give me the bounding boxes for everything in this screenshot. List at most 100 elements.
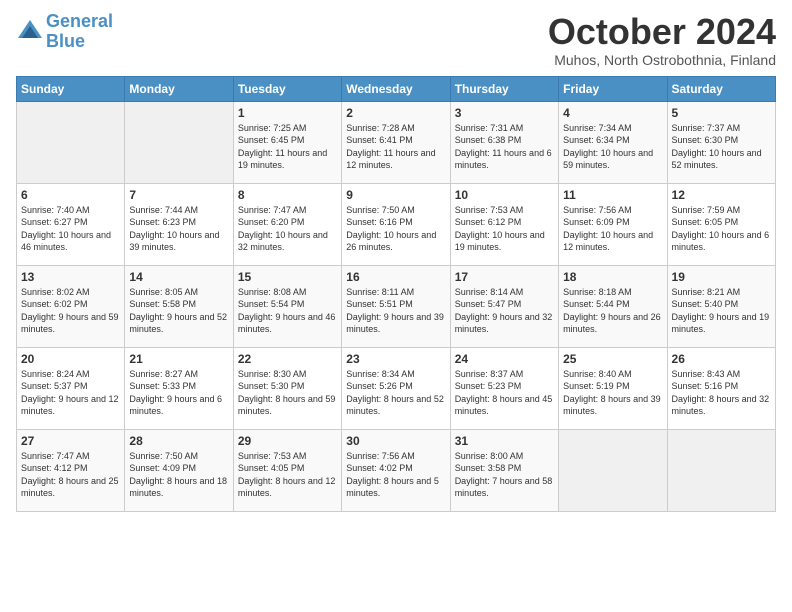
day-number: 24	[455, 352, 554, 366]
col-friday: Friday	[559, 76, 667, 101]
day-info: Sunrise: 8:37 AM Sunset: 5:23 PM Dayligh…	[455, 368, 554, 418]
calendar-day	[667, 429, 775, 511]
calendar-day: 22 Sunrise: 8:30 AM Sunset: 5:30 PM Dayli…	[233, 347, 341, 429]
day-number: 30	[346, 434, 445, 448]
calendar-day: 25Sunrise: 8:40 AM Sunset: 5:19 PM Dayli…	[559, 347, 667, 429]
calendar-day	[125, 101, 233, 183]
calendar-day: 28Sunrise: 7:50 AM Sunset: 4:09 PM Dayli…	[125, 429, 233, 511]
logo-line2: Blue	[46, 31, 85, 51]
calendar-day: 21 Sunrise: 8:27 AM Sunset: 5:33 PM Dayli…	[125, 347, 233, 429]
calendar-week-2: 6Sunrise: 7:40 AM Sunset: 6:27 PM Daylig…	[17, 183, 776, 265]
day-info: Sunrise: 7:34 AM Sunset: 6:34 PM Dayligh…	[563, 122, 662, 172]
day-number: 16	[346, 270, 445, 284]
col-saturday: Saturday	[667, 76, 775, 101]
day-info: Sunrise: 7:50 AM Sunset: 6:16 PM Dayligh…	[346, 204, 445, 254]
day-info: Sunrise: 8:14 AM Sunset: 5:47 PM Dayligh…	[455, 286, 554, 336]
day-number: 26	[672, 352, 771, 366]
day-number: 13	[21, 270, 120, 284]
day-info: Sunrise: 8:08 AM Sunset: 5:54 PM Dayligh…	[238, 286, 337, 336]
calendar-day: 16Sunrise: 8:11 AM Sunset: 5:51 PM Dayli…	[342, 265, 450, 347]
day-number: 28	[129, 434, 228, 448]
day-number: 22	[238, 352, 337, 366]
calendar-table: Sunday Monday Tuesday Wednesday Thursday…	[16, 76, 776, 512]
calendar-day: 10 Sunrise: 7:53 AM Sunset: 6:12 PM Dayli…	[450, 183, 558, 265]
logo-icon	[16, 18, 44, 46]
day-info: Sunrise: 8:34 AM Sunset: 5:26 PM Dayligh…	[346, 368, 445, 418]
calendar-day: 31 Sunrise: 8:00 AM Sunset: 3:58 PM Dayli…	[450, 429, 558, 511]
day-info: Sunrise: 7:59 AM Sunset: 6:05 PM Dayligh…	[672, 204, 771, 254]
day-number: 2	[346, 106, 445, 120]
month-title: October 2024	[548, 12, 776, 52]
calendar-week-1: 1 Sunrise: 7:25 AM Sunset: 6:45 PM Daylig…	[17, 101, 776, 183]
day-info: Sunrise: 8:21 AM Sunset: 5:40 PM Dayligh…	[672, 286, 771, 336]
calendar-day: 30Sunrise: 7:56 AM Sunset: 4:02 PM Dayli…	[342, 429, 450, 511]
day-info: Sunrise: 8:27 AM Sunset: 5:33 PM Dayligh…	[129, 368, 228, 418]
day-number: 27	[21, 434, 120, 448]
day-number: 19	[672, 270, 771, 284]
logo: General Blue	[16, 12, 113, 52]
calendar-day: 8Sunrise: 7:47 AM Sunset: 6:20 PM Daylig…	[233, 183, 341, 265]
day-info: Sunrise: 8:00 AM Sunset: 3:58 PM Dayligh…	[455, 450, 554, 500]
day-info: Sunrise: 8:02 AM Sunset: 6:02 PM Dayligh…	[21, 286, 120, 336]
day-info: Sunrise: 7:47 AM Sunset: 4:12 PM Dayligh…	[21, 450, 120, 500]
title-block: October 2024 Muhos, North Ostrobothnia, …	[548, 12, 776, 68]
calendar-week-4: 20 Sunrise: 8:24 AM Sunset: 5:37 PM Dayli…	[17, 347, 776, 429]
calendar-day: 20 Sunrise: 8:24 AM Sunset: 5:37 PM Dayli…	[17, 347, 125, 429]
day-number: 10	[455, 188, 554, 202]
calendar-day	[559, 429, 667, 511]
calendar-day: 23 Sunrise: 8:34 AM Sunset: 5:26 PM Dayli…	[342, 347, 450, 429]
day-info: Sunrise: 7:53 AM Sunset: 4:05 PM Dayligh…	[238, 450, 337, 500]
calendar-day: 11Sunrise: 7:56 AM Sunset: 6:09 PM Dayli…	[559, 183, 667, 265]
logo-line1: General	[46, 11, 113, 31]
day-number: 15	[238, 270, 337, 284]
day-number: 18	[563, 270, 662, 284]
calendar-day: 13 Sunrise: 8:02 AM Sunset: 6:02 PM Dayli…	[17, 265, 125, 347]
day-info: Sunrise: 8:43 AM Sunset: 5:16 PM Dayligh…	[672, 368, 771, 418]
calendar-day: 24 Sunrise: 8:37 AM Sunset: 5:23 PM Dayli…	[450, 347, 558, 429]
day-number: 20	[21, 352, 120, 366]
day-info: Sunrise: 7:37 AM Sunset: 6:30 PM Dayligh…	[672, 122, 771, 172]
calendar-day: 3 Sunrise: 7:31 AM Sunset: 6:38 PM Daylig…	[450, 101, 558, 183]
location: Muhos, North Ostrobothnia, Finland	[548, 52, 776, 68]
calendar-day: 1 Sunrise: 7:25 AM Sunset: 6:45 PM Daylig…	[233, 101, 341, 183]
calendar-day: 29Sunrise: 7:53 AM Sunset: 4:05 PM Dayli…	[233, 429, 341, 511]
col-monday: Monday	[125, 76, 233, 101]
calendar-day: 6Sunrise: 7:40 AM Sunset: 6:27 PM Daylig…	[17, 183, 125, 265]
day-info: Sunrise: 7:40 AM Sunset: 6:27 PM Dayligh…	[21, 204, 120, 254]
day-number: 12	[672, 188, 771, 202]
calendar-day: 26 Sunrise: 8:43 AM Sunset: 5:16 PM Dayli…	[667, 347, 775, 429]
day-number: 23	[346, 352, 445, 366]
header: General Blue October 2024 Muhos, North O…	[16, 12, 776, 68]
col-sunday: Sunday	[17, 76, 125, 101]
day-number: 7	[129, 188, 228, 202]
day-number: 9	[346, 188, 445, 202]
day-info: Sunrise: 7:25 AM Sunset: 6:45 PM Dayligh…	[238, 122, 337, 172]
day-number: 31	[455, 434, 554, 448]
day-info: Sunrise: 7:44 AM Sunset: 6:23 PM Dayligh…	[129, 204, 228, 254]
calendar-day: 15 Sunrise: 8:08 AM Sunset: 5:54 PM Dayli…	[233, 265, 341, 347]
day-info: Sunrise: 7:53 AM Sunset: 6:12 PM Dayligh…	[455, 204, 554, 254]
col-wednesday: Wednesday	[342, 76, 450, 101]
day-number: 8	[238, 188, 337, 202]
calendar-day: 7 Sunrise: 7:44 AM Sunset: 6:23 PM Daylig…	[125, 183, 233, 265]
calendar-day: 5Sunrise: 7:37 AM Sunset: 6:30 PM Daylig…	[667, 101, 775, 183]
calendar-day: 17 Sunrise: 8:14 AM Sunset: 5:47 PM Dayli…	[450, 265, 558, 347]
day-info: Sunrise: 7:28 AM Sunset: 6:41 PM Dayligh…	[346, 122, 445, 172]
day-info: Sunrise: 7:31 AM Sunset: 6:38 PM Dayligh…	[455, 122, 554, 172]
day-info: Sunrise: 8:18 AM Sunset: 5:44 PM Dayligh…	[563, 286, 662, 336]
day-number: 1	[238, 106, 337, 120]
calendar-day: 9 Sunrise: 7:50 AM Sunset: 6:16 PM Daylig…	[342, 183, 450, 265]
day-number: 3	[455, 106, 554, 120]
day-number: 14	[129, 270, 228, 284]
day-info: Sunrise: 8:30 AM Sunset: 5:30 PM Dayligh…	[238, 368, 337, 418]
day-number: 17	[455, 270, 554, 284]
calendar-day: 14Sunrise: 8:05 AM Sunset: 5:58 PM Dayli…	[125, 265, 233, 347]
calendar-day: 27 Sunrise: 7:47 AM Sunset: 4:12 PM Dayli…	[17, 429, 125, 511]
day-number: 21	[129, 352, 228, 366]
calendar-day: 4Sunrise: 7:34 AM Sunset: 6:34 PM Daylig…	[559, 101, 667, 183]
col-thursday: Thursday	[450, 76, 558, 101]
calendar-day: 18 Sunrise: 8:18 AM Sunset: 5:44 PM Dayli…	[559, 265, 667, 347]
day-info: Sunrise: 8:40 AM Sunset: 5:19 PM Dayligh…	[563, 368, 662, 418]
calendar-week-5: 27 Sunrise: 7:47 AM Sunset: 4:12 PM Dayli…	[17, 429, 776, 511]
day-info: Sunrise: 8:24 AM Sunset: 5:37 PM Dayligh…	[21, 368, 120, 418]
